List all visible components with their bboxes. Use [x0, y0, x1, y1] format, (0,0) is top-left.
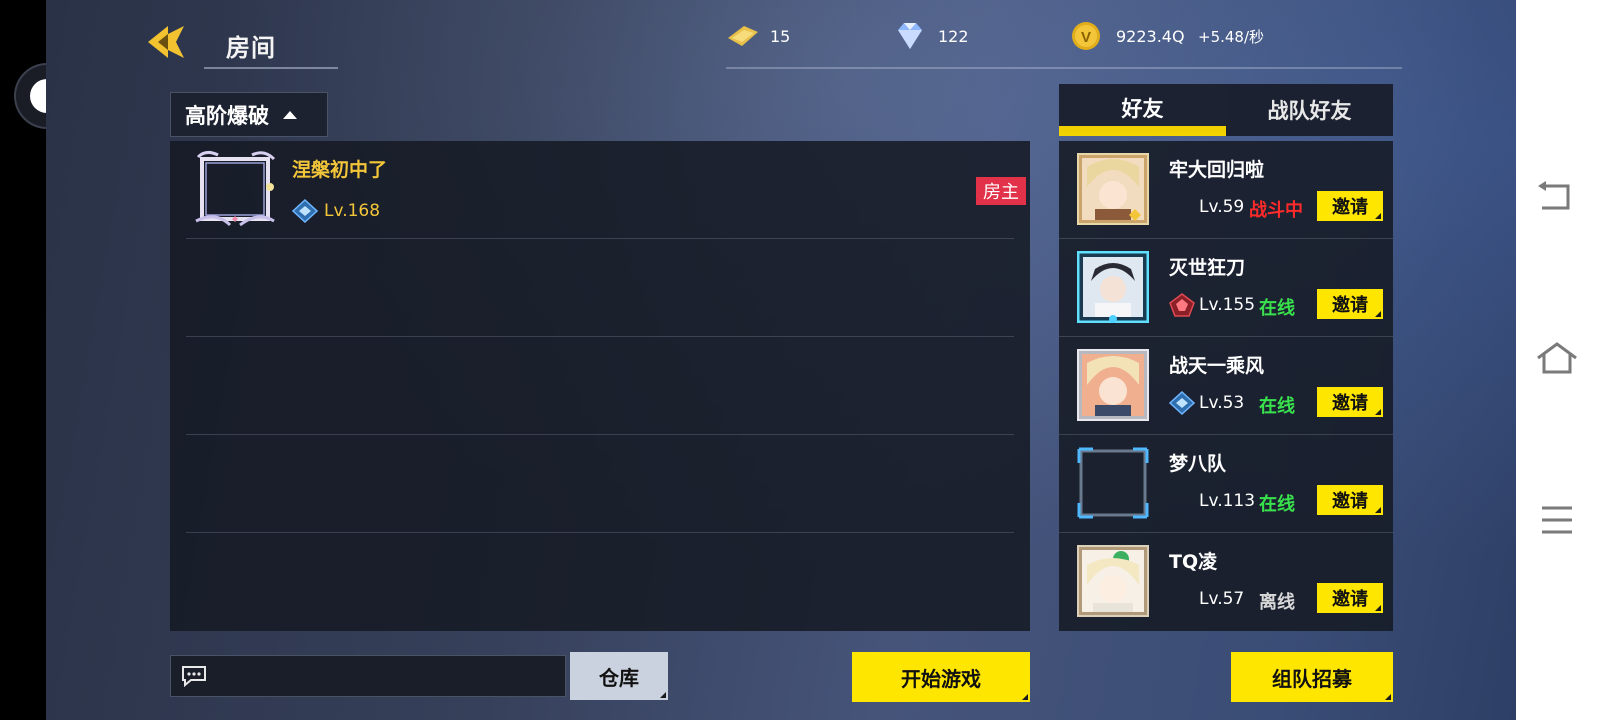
- page-title: 房间: [226, 34, 276, 62]
- avatar-frame-empty: [1077, 447, 1149, 519]
- avatar: [1077, 545, 1149, 617]
- caret-up-icon: [283, 110, 297, 119]
- friend-status: 离线: [1259, 592, 1295, 613]
- player-level: Lv.168: [324, 201, 381, 221]
- invite-button[interactable]: 邀请: [1317, 583, 1383, 613]
- friend-level: Lv.155: [1199, 295, 1256, 315]
- room-owner-badge: 房主: [976, 177, 1026, 205]
- gold-counter: V 9223.4Q: [1070, 20, 1185, 52]
- friend-row: 灭世狂刀 Lv.155 在线 邀请: [1059, 239, 1393, 337]
- invite-button[interactable]: 邀请: [1317, 485, 1383, 515]
- gold-rate: +5.48/秒: [1198, 28, 1265, 46]
- svg-text:V: V: [1081, 29, 1091, 46]
- rank-icon: [1169, 293, 1195, 317]
- avatar: [1077, 153, 1149, 225]
- gold-count: 9223.4Q: [1116, 26, 1185, 46]
- friend-list: 牢大回归啦 Lv.59 战斗中 邀请 灭世狂刀 Lv.155 在线 邀请 战天一…: [1059, 141, 1393, 631]
- empty-slot[interactable]: [186, 239, 1014, 337]
- chat-icon: [182, 666, 206, 687]
- avatar: [1077, 251, 1149, 323]
- player-slot[interactable]: 涅槃初中了 Lv.168 房主: [186, 141, 1026, 239]
- rank-icon: [1169, 391, 1195, 415]
- friend-name: 梦八队: [1169, 453, 1227, 475]
- friend-level: Lv.113: [1199, 491, 1256, 511]
- friend-level: Lv.57: [1199, 589, 1245, 609]
- nav-home-icon[interactable]: [1534, 340, 1580, 376]
- friend-row: 牢大回归啦 Lv.59 战斗中 邀请: [1059, 141, 1393, 239]
- friend-status: 战斗中: [1249, 200, 1303, 221]
- friend-name: 灭世狂刀: [1169, 257, 1246, 279]
- avatar: [1077, 349, 1149, 421]
- diamond-count: 122: [938, 26, 969, 46]
- mode-label: 高阶爆破: [185, 103, 269, 128]
- gold-coin-icon: V: [1072, 22, 1100, 50]
- ticket-icon: [728, 26, 758, 46]
- tab-friends[interactable]: 好友: [1059, 84, 1226, 136]
- friend-status: 在线: [1259, 494, 1295, 515]
- rank-icon: [292, 199, 318, 223]
- friend-status: 在线: [1259, 298, 1295, 319]
- start-game-button[interactable]: 开始游戏: [852, 652, 1030, 702]
- room-slots-panel: 涅槃初中了 Lv.168 房主: [170, 141, 1030, 631]
- warehouse-button[interactable]: 仓库: [570, 652, 668, 700]
- back-arrow-icon[interactable]: [146, 22, 188, 62]
- friend-name: 牢大回归啦: [1169, 159, 1265, 181]
- invite-button[interactable]: 邀请: [1317, 191, 1383, 221]
- friend-level: Lv.53: [1199, 393, 1245, 413]
- friend-row: TQ凌 Lv.57 离线 邀请: [1059, 533, 1393, 631]
- title-underline: [204, 67, 338, 69]
- friend-row: 战天一乘风 Lv.53 在线 邀请: [1059, 337, 1393, 435]
- nav-menu-icon[interactable]: [1534, 502, 1580, 538]
- invite-button[interactable]: 邀请: [1317, 289, 1383, 319]
- nav-back-icon[interactable]: [1534, 180, 1580, 216]
- friend-name: 战天一乘风: [1169, 355, 1265, 377]
- empty-slot[interactable]: [186, 337, 1014, 435]
- mode-dropdown[interactable]: 高阶爆破: [170, 92, 328, 137]
- team-recruit-button[interactable]: 组队招募: [1231, 652, 1393, 702]
- friend-status: 在线: [1259, 396, 1295, 417]
- tab-clan-friends[interactable]: 战队好友: [1226, 84, 1393, 136]
- diamond-counter: 122: [892, 20, 969, 52]
- avatar-frame: [195, 150, 276, 227]
- invite-button[interactable]: 邀请: [1317, 387, 1383, 417]
- resource-underline: [726, 67, 1402, 69]
- friend-level: Lv.59: [1199, 197, 1245, 217]
- ticket-counter: 15: [724, 20, 790, 52]
- player-level-row: Lv.168: [292, 199, 380, 223]
- diamond-icon: [898, 23, 922, 49]
- friend-row: 梦八队 Lv.113 在线 邀请: [1059, 435, 1393, 533]
- chat-input[interactable]: [170, 655, 566, 697]
- player-name: 涅槃初中了: [292, 159, 388, 181]
- ticket-count: 15: [770, 26, 791, 46]
- empty-slot[interactable]: [186, 435, 1014, 533]
- friend-name: TQ凌: [1169, 551, 1218, 573]
